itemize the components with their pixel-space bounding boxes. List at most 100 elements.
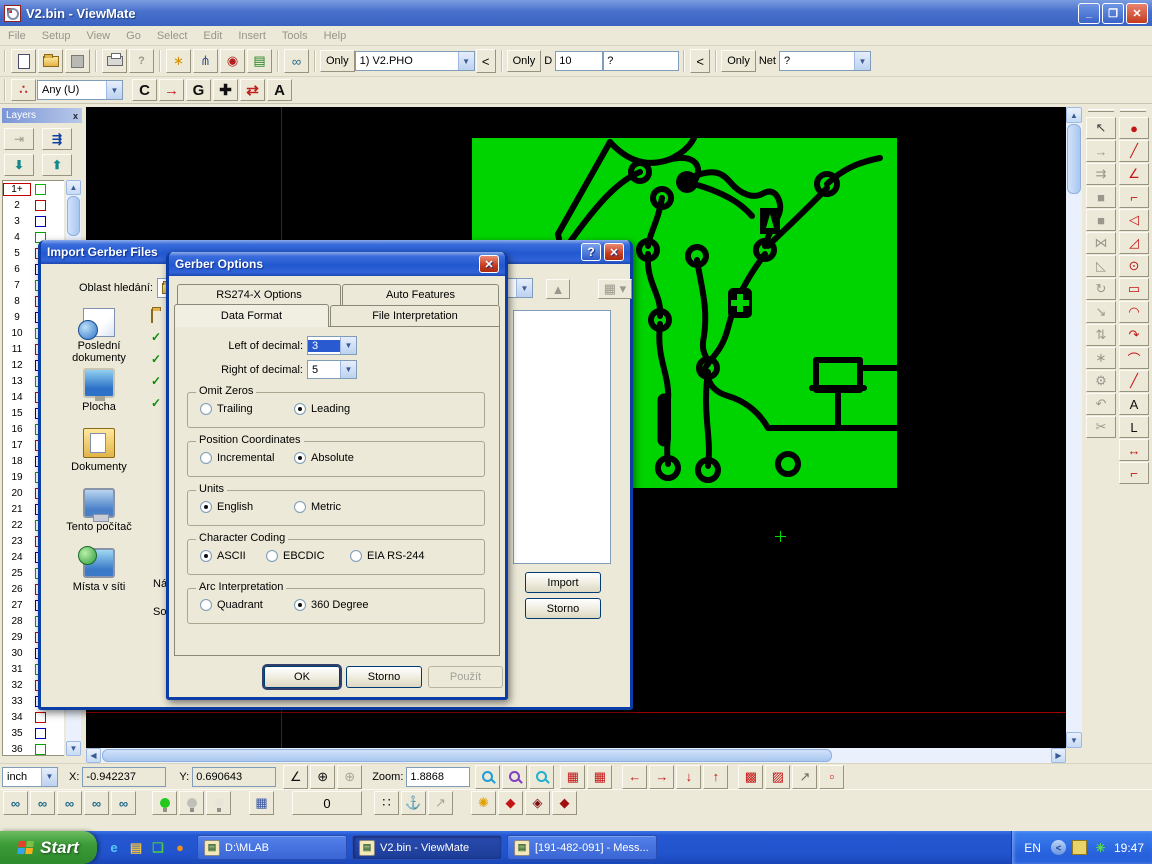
show-desktop-icon[interactable]: ▤: [127, 839, 145, 857]
menu-item[interactable]: View: [78, 28, 118, 44]
pan-down-icon[interactable]: ↓: [676, 765, 701, 789]
highlight-outline-icon[interactable]: [206, 791, 231, 815]
measure-point-icon[interactable]: ⋔: [193, 49, 218, 73]
canvas-vscrollbar[interactable]: ▲ ▼: [1066, 107, 1082, 748]
snap-icon[interactable]: ∗: [1086, 347, 1116, 369]
radio-absolute[interactable]: Absolute: [294, 452, 354, 464]
radio-metric[interactable]: Metric: [294, 501, 341, 513]
trace-segment-icon[interactable]: ⇄: [240, 79, 265, 101]
draw-angle-icon[interactable]: ∠: [1119, 163, 1149, 185]
menu-item[interactable]: Go: [118, 28, 149, 44]
open-file-button[interactable]: [38, 49, 63, 73]
taskbar-task-button[interactable]: ▤ D:\MLAB: [197, 835, 347, 860]
chevron-down-icon[interactable]: ▼: [516, 279, 532, 297]
draw-corner-icon[interactable]: ⌐: [1119, 186, 1149, 208]
redraw-icon[interactable]: ∗: [166, 49, 191, 73]
import-button[interactable]: Import: [525, 572, 601, 593]
mirror-icon[interactable]: ⋈: [1086, 232, 1116, 254]
radio-leading[interactable]: Leading: [294, 403, 350, 415]
right-of-decimal-combo[interactable]: 5 ▼: [307, 360, 357, 379]
view-traces-icon[interactable]: ∞: [84, 791, 109, 815]
radio-ascii[interactable]: ASCII: [200, 550, 246, 562]
chevron-down-icon[interactable]: ▼: [854, 52, 870, 70]
dcode-value-field[interactable]: 10: [555, 51, 603, 71]
angle-measure-icon[interactable]: ∠: [283, 765, 308, 789]
draw-arc-line-icon[interactable]: ╱: [1119, 370, 1149, 392]
chevron-down-icon[interactable]: ▼: [458, 52, 474, 70]
view-pads-icon[interactable]: ∞: [57, 791, 82, 815]
only-layer-button[interactable]: Only: [320, 50, 355, 72]
anchor-icon[interactable]: ⚓: [401, 791, 426, 815]
left-of-decimal-combo[interactable]: 3 ▼: [307, 336, 357, 355]
close-icon[interactable]: x: [73, 111, 78, 121]
minimize-button[interactable]: _: [1078, 3, 1100, 24]
copy-move-icon[interactable]: ⇉: [1086, 163, 1116, 185]
draw-line-icon[interactable]: ╱: [1119, 140, 1149, 162]
up-one-level-button[interactable]: ▲: [546, 279, 570, 299]
chevron-down-icon[interactable]: ▼: [41, 768, 57, 786]
flash-pad-icon[interactable]: ✚: [213, 79, 238, 101]
checked-file-icon[interactable]: ✓: [151, 396, 161, 410]
scroll-down-icon[interactable]: ▼: [1066, 732, 1082, 748]
firefox-icon[interactable]: ●: [171, 839, 189, 857]
scrollbar-thumb[interactable]: [1067, 124, 1081, 194]
layer-row[interactable]: 34: [3, 709, 64, 725]
selection-type-combo[interactable]: Any (U) ▼: [37, 80, 123, 100]
chevron-down-icon[interactable]: ▼: [106, 81, 122, 99]
prev-layer-button[interactable]: <: [476, 49, 496, 73]
checked-file-icon[interactable]: ✓: [151, 374, 161, 388]
select-dots-icon[interactable]: ▫: [819, 765, 844, 789]
browse-measure-button[interactable]: ∞: [284, 49, 309, 73]
place-item[interactable]: Poslední dokumenty: [51, 308, 147, 364]
place-item[interactable]: Plocha: [51, 368, 147, 424]
prev-dcode-button[interactable]: <: [690, 49, 710, 73]
net-combo[interactable]: ? ▼: [779, 51, 871, 71]
only-dcode-button[interactable]: Only: [507, 50, 542, 72]
tab-auto-features[interactable]: Auto Features: [342, 284, 499, 305]
checked-file-icon[interactable]: ✓: [151, 352, 161, 366]
close-button[interactable]: ✕: [1126, 3, 1148, 24]
menu-item[interactable]: Insert: [230, 28, 274, 44]
highlight-off-icon[interactable]: [179, 791, 204, 815]
layer-color-swatch[interactable]: [35, 200, 46, 211]
context-help-button[interactable]: ?: [129, 49, 154, 73]
draw-move-icon[interactable]: →: [159, 79, 184, 101]
draw-rect-icon[interactable]: ▭: [1119, 278, 1149, 300]
view-lines-icon[interactable]: ∞: [30, 791, 55, 815]
layer-color-swatch[interactable]: [35, 712, 46, 723]
layer-color-swatch[interactable]: [35, 216, 46, 227]
layer-row[interactable]: 35: [3, 725, 64, 741]
pan-left-icon[interactable]: ←: [622, 765, 647, 789]
palette-grip[interactable]: [1088, 109, 1114, 112]
draw-triangle-icon[interactable]: ◿: [1119, 232, 1149, 254]
tab-rs274x-options[interactable]: RS274-X Options: [177, 284, 341, 305]
menu-item[interactable]: Tools: [274, 28, 316, 44]
zoom-in-icon[interactable]: [475, 765, 500, 789]
ok-button[interactable]: OK: [264, 666, 340, 688]
draw-curve-icon[interactable]: ↷: [1119, 324, 1149, 346]
draw-arc-chord-icon[interactable]: ◠: [1119, 301, 1149, 323]
corner-tool-icon[interactable]: ⌐: [1119, 462, 1149, 484]
new-file-button[interactable]: [11, 49, 36, 73]
scroll-up-icon[interactable]: ▲: [66, 180, 81, 195]
layer-move-up-button[interactable]: ⬆: [42, 154, 72, 176]
canvas-hscrollbar[interactable]: ◀ ▶: [86, 748, 1066, 763]
taskbar-task-button[interactable]: ▤ [191-482-091] - Mess...: [507, 835, 657, 860]
place-item[interactable]: Místa v síti: [51, 548, 147, 604]
tile-windows-icon[interactable]: ▦: [249, 791, 274, 815]
tray-collapse-icon[interactable]: <: [1051, 840, 1066, 855]
layer-row[interactable]: 1+: [3, 181, 64, 197]
draw-circle-icon[interactable]: ⊙: [1119, 255, 1149, 277]
layer-insert-button[interactable]: ⇥: [4, 128, 34, 150]
draw-pad-icon[interactable]: ●: [1119, 117, 1149, 139]
checked-file-icon[interactable]: ✓: [151, 330, 161, 344]
pan-up-icon[interactable]: ↑: [703, 765, 728, 789]
dimension-icon[interactable]: ↔: [1119, 439, 1149, 461]
label-icon[interactable]: L: [1119, 416, 1149, 438]
taskbar-task-button[interactable]: ▤ V2.bin - ViewMate: [352, 835, 502, 860]
language-indicator[interactable]: EN: [1024, 841, 1041, 855]
radio-incremental[interactable]: Incremental: [200, 452, 274, 464]
layer-move-down-button[interactable]: ⬇: [4, 154, 34, 176]
radio-eia-rs244[interactable]: EIA RS-244: [350, 550, 424, 562]
filled-square-icon[interactable]: ■: [1086, 186, 1116, 208]
